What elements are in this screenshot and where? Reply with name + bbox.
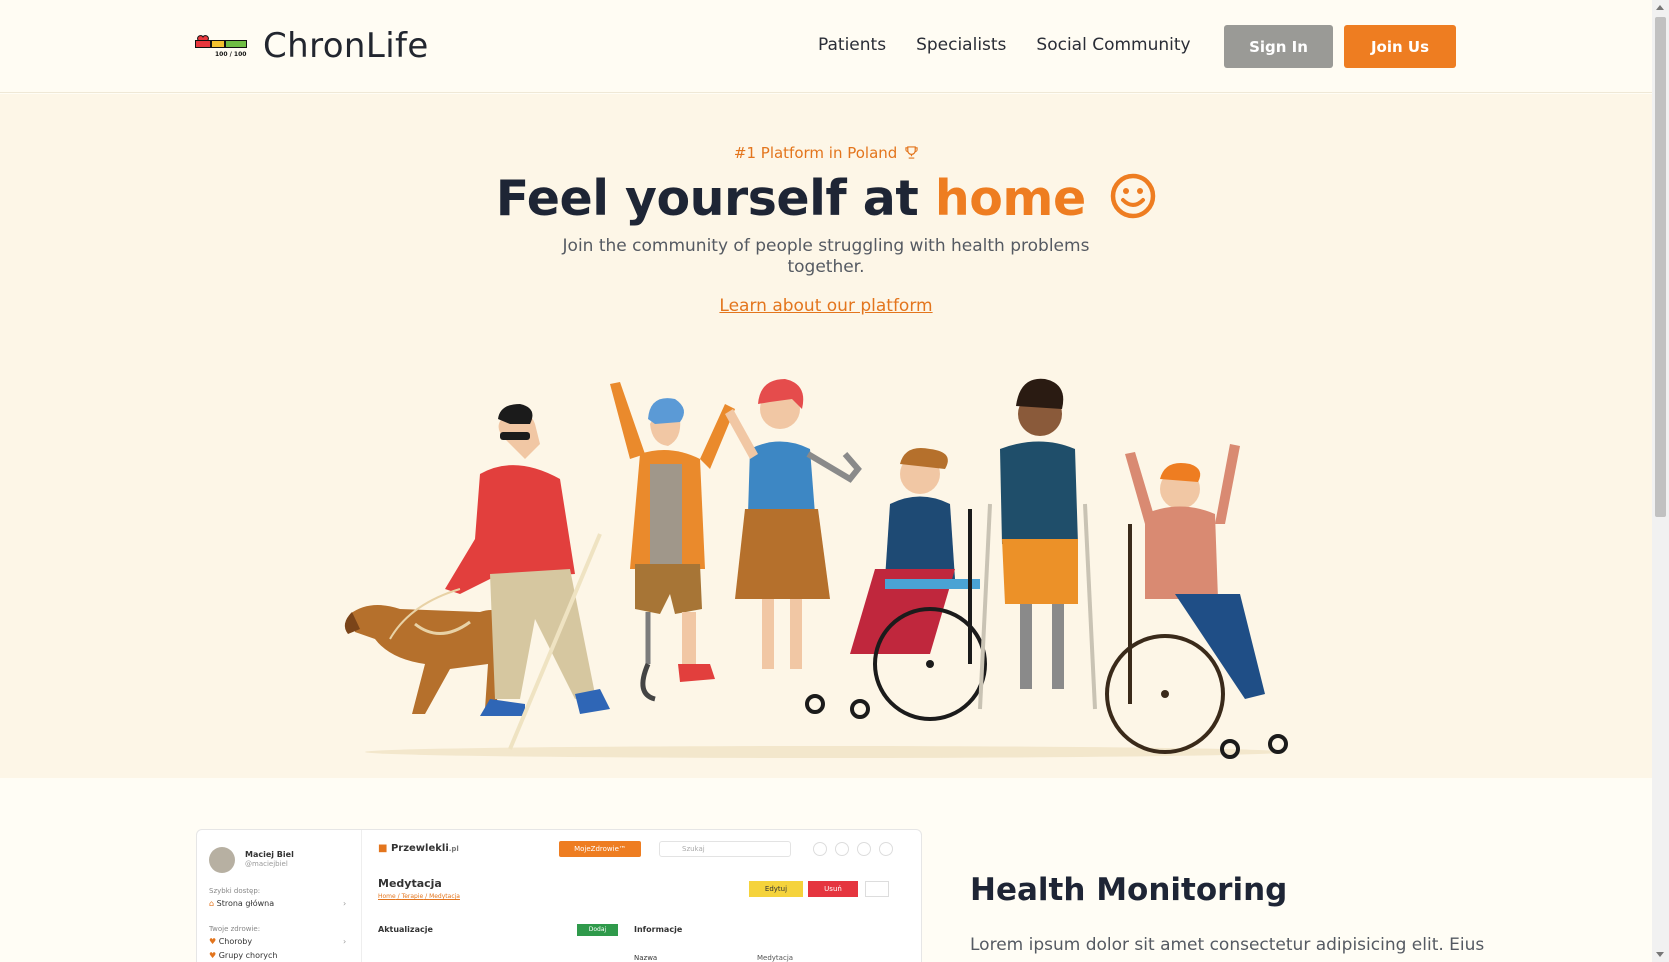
preview-crumb-home: Home: [378, 893, 396, 900]
nav-link-patients[interactable]: Patients: [818, 35, 886, 55]
preview-sidebar: Maciej Biel @maciejbiel Szybki dostęp: ⌂…: [197, 830, 362, 962]
preview-main: ■ Przewlekli.pl MojeZdrowie™ Szukaj Medy…: [362, 830, 921, 962]
scroll-down-arrow-icon[interactable]: [1656, 952, 1664, 957]
headline-accent-text: home: [934, 170, 1086, 227]
feature-title: Health Monitoring: [970, 872, 1288, 908]
preview-user-name: Maciej Biel: [245, 850, 294, 859]
man-with-crutches-figure: [978, 378, 1097, 710]
brand-name: ChronLife: [263, 26, 429, 66]
preview-delete-button: Usuń: [808, 881, 858, 897]
preview-user-handle: @maciejbiel: [245, 860, 288, 868]
preview-breadcrumb: Home / Terapie / Medytacja: [378, 893, 460, 900]
preview-edit-button: Edytuj: [749, 881, 803, 897]
preview-name-value: Medytacja: [757, 954, 794, 962]
preview-quick-access-label: Szybki dostęp:: [209, 887, 261, 895]
preview-search-box: Szukaj: [659, 841, 791, 857]
top-navigation-bar: 100 / 100 ChronLife Patients Specialists…: [0, 0, 1652, 93]
preview-settings-icon: [857, 842, 871, 856]
preview-home-icon: ⌂: [209, 899, 215, 908]
preview-diseases-label: Choroby: [218, 937, 253, 946]
sign-in-button[interactable]: Sign In: [1224, 25, 1333, 68]
preview-logo-text: Przewlekli: [390, 843, 449, 854]
preview-avatar: [209, 847, 235, 873]
trophy-icon: [905, 146, 918, 159]
learn-link-wrapper: Learn about our platform: [0, 296, 1652, 316]
preview-home-item-label: Strona główna: [216, 899, 275, 908]
woman-with-prosthetic-arm-figure: [725, 379, 862, 669]
girl-in-wheelchair-figure: [805, 448, 987, 721]
preview-page-title: Medytacja: [378, 877, 442, 890]
headline-text: Feel yourself at: [495, 170, 935, 227]
feature-text: Lorem ipsum dolor sit amet consectetur a…: [970, 935, 1485, 955]
join-us-button[interactable]: Join Us: [1344, 25, 1456, 68]
preview-logo-suffix: .pl: [448, 845, 459, 853]
preview-logo-icon: ■: [378, 843, 388, 854]
platform-badge-text: #1 Platform in Poland: [733, 144, 898, 162]
main-nav: Patients Specialists Social Community: [818, 35, 1191, 55]
preview-groups-label: Grupy chorych: [218, 951, 278, 960]
preview-add-icon: [865, 881, 889, 897]
brand-logo-link[interactable]: 100 / 100 ChronLife: [195, 26, 429, 66]
preview-more-icon: [879, 842, 893, 856]
preview-app-button: MojeZdrowie™: [559, 841, 641, 857]
preview-chevron-right-icon: ›: [343, 899, 347, 908]
preview-group-icon: ♥: [209, 951, 217, 960]
scrollbar-thumb[interactable]: [1655, 17, 1666, 517]
preview-crumb-page: Medytacja: [429, 893, 460, 900]
boy-in-wheelchair-figure: [1105, 444, 1288, 759]
boy-with-prosthetic-figure: [610, 382, 735, 702]
preview-chevron-right-icon: ›: [343, 937, 347, 946]
learn-about-platform-link[interactable]: Learn about our platform: [719, 296, 932, 316]
preview-home-item: ⌂ Strona główna: [209, 899, 274, 908]
smiley-icon: [1111, 173, 1156, 219]
preview-diseases-item: ♥ Choroby: [209, 937, 252, 946]
platform-badge: #1 Platform in Poland: [0, 144, 1652, 162]
preview-logo: ■ Przewlekli.pl: [378, 843, 459, 854]
preview-updates-heading: Aktualizacje: [378, 925, 433, 934]
preview-home-button-icon: [813, 842, 827, 856]
preview-disease-icon: ♥: [209, 937, 217, 946]
preview-add-button: Dodaj: [577, 924, 618, 936]
nav-link-specialists[interactable]: Specialists: [916, 35, 1006, 55]
health-meter-logo-icon: 100 / 100: [195, 29, 249, 63]
preview-notification-icon: [835, 842, 849, 856]
preview-name-label: Nazwa: [634, 954, 658, 962]
preview-crumb-therapies: Terapie: [401, 893, 424, 900]
app-preview-screenshot: Maciej Biel @maciejbiel Szybki dostęp: ⌂…: [196, 829, 922, 962]
preview-info-heading: Informacje: [634, 925, 683, 934]
community-people-illustration: [344, 378, 1288, 759]
hero-section: #1 Platform in Poland Feel yourself at h…: [0, 94, 1652, 778]
logo-score-text: 100 / 100: [215, 51, 247, 58]
hero-subtext: Join the community of people struggling …: [562, 236, 1090, 277]
nav-link-social-community[interactable]: Social Community: [1036, 35, 1190, 55]
preview-groups-item: ♥ Grupy chorych: [209, 951, 278, 960]
preview-your-health-label: Twoje zdrowie:: [209, 925, 261, 933]
hero-headline: Feel yourself at home: [0, 170, 1652, 227]
page-scrollbar[interactable]: [1652, 0, 1669, 962]
scroll-up-arrow-icon[interactable]: [1656, 5, 1664, 10]
